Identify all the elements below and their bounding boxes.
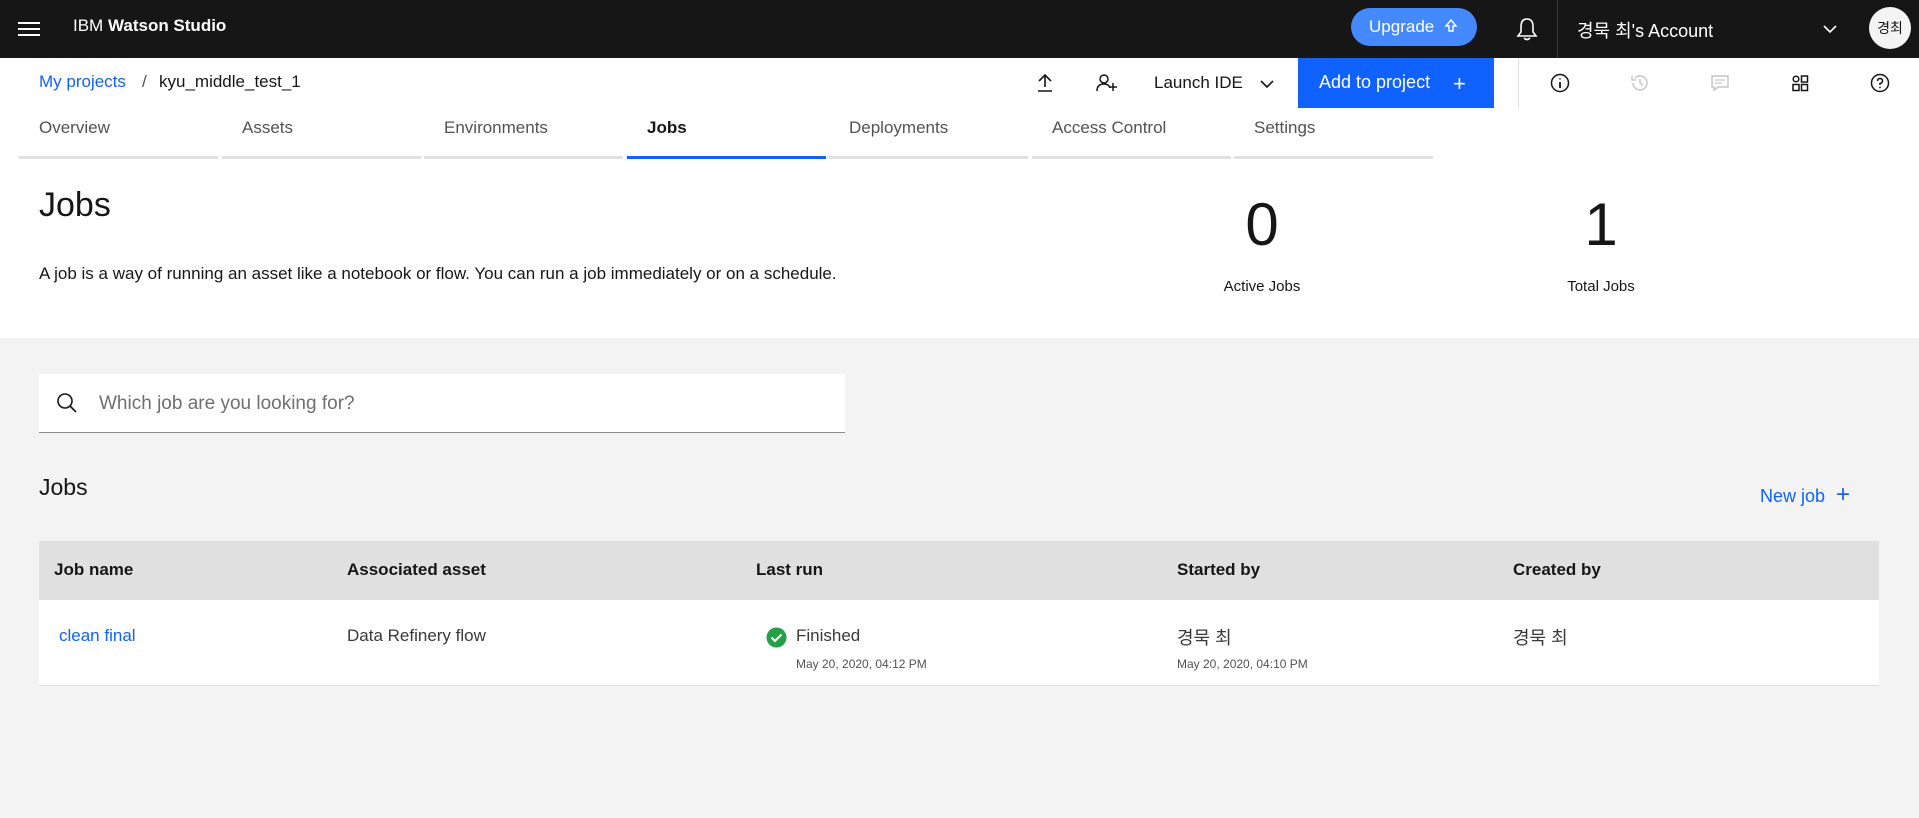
tab-label: Jobs [647,118,687,137]
chevron-down-icon[interactable] [1258,75,1276,93]
add-to-project-label: Add to project [1319,72,1431,92]
column-header-last-run[interactable]: Last run [756,560,823,580]
header-divider [1518,58,1519,108]
created-by-user: 경묵 최 [1513,628,1568,648]
page-title: Jobs [39,186,111,224]
help-icon[interactable] [1868,71,1892,95]
info-icon[interactable] [1548,71,1572,95]
add-collaborator-icon[interactable] [1094,71,1118,95]
tab-environments[interactable]: Environments [424,108,623,159]
tab-assets[interactable]: Assets [222,108,421,159]
upgrade-button[interactable]: Upgrade [1351,8,1477,46]
table-row[interactable]: clean final Data Refinery flow Finished … [39,600,1879,686]
upgrade-arrow-icon [1444,18,1458,32]
top-bar: IBM Watson Studio Upgrade 경묵 최's Account… [0,0,1919,58]
avatar[interactable]: 경최 [1869,7,1911,49]
account-switcher-label[interactable]: 경묵 최's Account [1577,17,1713,43]
started-timestamp: May 20, 2020, 04:10 PM [1177,657,1308,671]
tab-label: Overview [39,118,110,137]
topbar-divider [1557,0,1558,58]
menu-icon[interactable] [18,18,40,40]
tab-access-control[interactable]: Access Control [1032,108,1231,159]
column-header-associated-asset[interactable]: Associated asset [347,560,486,580]
launch-ide-dropdown[interactable]: Launch IDE [1154,73,1243,93]
tab-label: Settings [1254,118,1316,137]
search-input[interactable] [97,386,821,422]
tab-label: Deployments [849,118,949,137]
page-description: A job is a way of running an asset like … [39,264,837,283]
tab-label: Environments [444,118,548,137]
brand-bold: Watson Studio [107,16,227,35]
column-header-started-by[interactable]: Started by [1177,560,1260,580]
plus-icon: + [1453,71,1466,96]
tab-deployments[interactable]: Deployments [829,108,1028,159]
apps-icon[interactable] [1788,71,1812,95]
search-icon [57,393,77,413]
active-jobs-count: 0 [1245,191,1279,258]
tab-label: Access Control [1052,118,1167,137]
jobs-list-title: Jobs [39,474,88,500]
comment-icon[interactable] [1708,71,1732,95]
tab-overview[interactable]: Overview [19,108,218,159]
notification-bell-icon[interactable] [1513,15,1541,43]
total-jobs-label: Total Jobs [1567,278,1635,295]
jobs-summary: Jobs A job is a way of running an asset … [0,160,1919,338]
breadcrumb-current-project: kyu_middle_test_1 [159,72,301,91]
started-by-user: 경묵 최 [1177,628,1232,648]
tab-jobs[interactable]: Jobs [627,108,826,159]
associated-asset: Data Refinery flow [347,626,486,645]
project-header: My projects / kyu_middle_test_1 Launch I… [0,58,1919,109]
history-icon[interactable] [1628,71,1652,95]
breadcrumb-separator: / [142,72,147,91]
project-tabs: Overview Assets Environments Jobs Deploy… [0,108,1919,160]
tab-label: Assets [242,118,294,137]
success-check-icon [766,627,787,648]
job-name-link[interactable]: clean final [59,626,136,646]
plus-icon[interactable]: + [1836,481,1850,509]
upload-icon[interactable] [1033,71,1057,95]
active-jobs-label: Active Jobs [1223,278,1301,295]
upgrade-label: Upgrade [1369,17,1435,36]
tab-settings[interactable]: Settings [1234,108,1433,159]
column-header-created-by[interactable]: Created by [1513,560,1601,580]
jobs-table: Job name Associated asset Last run Start… [39,541,1879,686]
last-run-status: Finished [796,626,861,645]
add-to-project-button[interactable]: Add to project + [1298,58,1494,108]
job-search [39,374,845,433]
total-jobs-count: 1 [1584,191,1618,258]
brand-name[interactable]: IBM Watson Studio [73,16,226,36]
brand-light: IBM [73,16,108,35]
column-header-job-name[interactable]: Job name [54,560,133,580]
last-run-timestamp: May 20, 2020, 04:12 PM [796,657,927,671]
breadcrumb-my-projects[interactable]: My projects [39,72,126,92]
new-job-button[interactable]: New job [1760,486,1825,507]
chevron-down-icon[interactable] [1821,20,1839,38]
table-header: Job name Associated asset Last run Start… [39,541,1879,600]
